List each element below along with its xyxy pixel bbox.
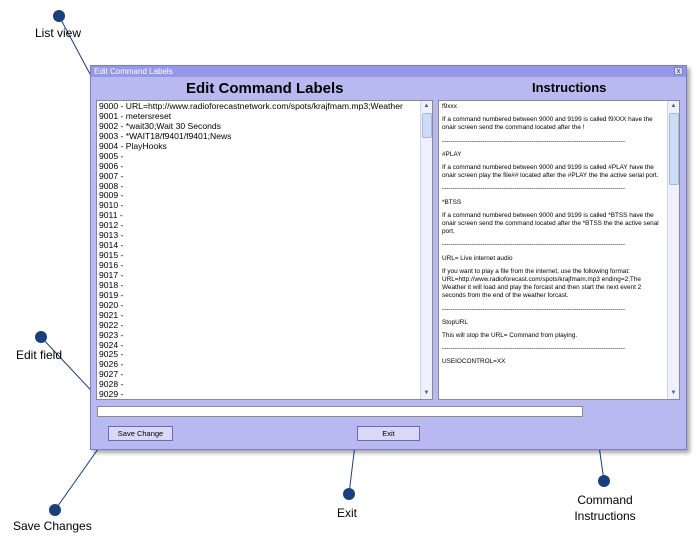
list-item[interactable]: 9007 - bbox=[98, 171, 420, 182]
list-item[interactable]: 9014 - bbox=[98, 240, 420, 251]
list-item[interactable]: 9011 - bbox=[98, 210, 420, 221]
instruction-separator: ----------------------------------------… bbox=[442, 305, 626, 313]
list-scroll-thumb[interactable] bbox=[422, 113, 432, 138]
list-item[interactable]: 9010 - bbox=[98, 200, 420, 211]
list-item[interactable]: 9008 - bbox=[98, 181, 420, 192]
list-item[interactable]: 9018 - bbox=[98, 280, 420, 291]
callout-label-command-instructions: Command Instructions bbox=[568, 492, 642, 524]
list-item[interactable]: 9005 - bbox=[98, 151, 420, 162]
list-heading: Edit Command Labels bbox=[186, 80, 344, 97]
scroll-down-arrow-icon[interactable]: ▼ bbox=[668, 388, 679, 399]
instruction-paragraph: f9xxx bbox=[442, 103, 457, 110]
list-item[interactable]: 9027 - bbox=[98, 369, 420, 380]
callout-label-exit: Exit bbox=[337, 506, 358, 520]
command-instructions-panel[interactable]: f9xxx If a command numbered between 9000 … bbox=[438, 100, 680, 400]
close-icon[interactable]: x bbox=[674, 67, 683, 75]
instructions-heading: Instructions bbox=[532, 80, 607, 95]
edit-command-labels-window: Edit Command Labels x Edit Command Label… bbox=[90, 65, 687, 450]
callout-label-command-line2: Instructions bbox=[574, 509, 636, 523]
window-title: Edit Command Labels bbox=[94, 67, 173, 76]
instruction-paragraph: If a command numbered between 9000 and 9… bbox=[442, 164, 659, 180]
list-item[interactable]: 9015 - bbox=[98, 250, 420, 261]
callout-dot-icon bbox=[53, 10, 65, 22]
list-item[interactable]: 9012 - bbox=[98, 220, 420, 231]
callout-dot-icon bbox=[49, 504, 61, 516]
command-list-view[interactable]: 9000 - URL=http://www.radioforecastnetwo… bbox=[96, 100, 433, 400]
instruction-paragraph: USEIOCONTROL=XX bbox=[442, 358, 506, 366]
callout-dot-icon bbox=[35, 331, 47, 343]
window-titlebar[interactable]: Edit Command Labels x bbox=[91, 66, 686, 77]
callout-label-command-line1: Command bbox=[577, 493, 633, 507]
list-item[interactable]: 9009 - bbox=[98, 190, 420, 201]
list-item[interactable]: 9023 - bbox=[98, 330, 420, 341]
instruction-paragraph: StopURL bbox=[442, 318, 468, 326]
edit-field[interactable] bbox=[97, 406, 583, 417]
list-item[interactable]: 9016 - bbox=[98, 260, 420, 271]
list-item[interactable]: 9022 - bbox=[98, 320, 420, 331]
list-item[interactable]: 9021 - bbox=[98, 310, 420, 321]
list-item[interactable]: 9020 - bbox=[98, 300, 420, 311]
instruction-paragraph: This will stop the URL= Command from pla… bbox=[442, 332, 578, 340]
instruction-paragraph: If a command numbered between 9000 and 9… bbox=[442, 211, 659, 236]
instruction-separator: ----------------------------------------… bbox=[442, 137, 626, 145]
callout-label-save-changes: Save Changes bbox=[13, 519, 92, 533]
list-item[interactable]: 9024 - bbox=[98, 340, 420, 351]
scroll-up-arrow-icon[interactable]: ▲ bbox=[421, 101, 432, 112]
list-item[interactable]: 9004 - PlayHooks bbox=[98, 141, 420, 152]
save-change-button[interactable]: Save Change bbox=[108, 426, 173, 441]
list-item[interactable]: 9006 - bbox=[98, 161, 420, 172]
instruction-separator: ----------------------------------------… bbox=[442, 185, 626, 193]
instruction-paragraph: URL= Live internet audio bbox=[442, 254, 513, 262]
list-item[interactable]: 9025 - bbox=[98, 349, 420, 360]
callout-label-list-view: List view bbox=[35, 26, 82, 40]
callout-label-edit-field: Edit field bbox=[16, 348, 63, 362]
instruction-paragraph: If you want to play a file from the inte… bbox=[442, 267, 642, 300]
instructions-scrollbar[interactable]: ▲ ▼ bbox=[667, 101, 679, 399]
instruction-separator: ----------------------------------------… bbox=[442, 345, 626, 353]
list-item[interactable]: 9019 - bbox=[98, 290, 420, 301]
instructions-scroll-thumb[interactable] bbox=[669, 113, 679, 185]
scroll-down-arrow-icon[interactable]: ▼ bbox=[421, 388, 432, 399]
scroll-up-arrow-icon[interactable]: ▲ bbox=[668, 101, 679, 112]
instruction-paragraph: If a command numbered between 9000 and 9… bbox=[442, 116, 653, 132]
list-item[interactable]: 9029 - bbox=[98, 389, 420, 398]
list-item[interactable]: 9026 - bbox=[98, 359, 420, 370]
instructions-text: f9xxx If a command numbered between 9000 … bbox=[442, 103, 666, 398]
instruction-paragraph: *BTSS bbox=[442, 198, 462, 206]
instruction-separator: ----------------------------------------… bbox=[442, 241, 626, 249]
command-list-items: 9000 - URL=http://www.radioforecastnetwo… bbox=[98, 102, 420, 398]
callout-dot-icon bbox=[598, 475, 610, 487]
exit-button[interactable]: Exit bbox=[357, 426, 420, 441]
list-item[interactable]: 9017 - bbox=[98, 270, 420, 281]
list-item[interactable]: 9028 - bbox=[98, 379, 420, 390]
list-item[interactable]: 9013 - bbox=[98, 230, 420, 241]
list-scrollbar[interactable]: ▲ ▼ bbox=[420, 101, 432, 399]
instruction-paragraph: #PLAY bbox=[442, 150, 462, 158]
callout-dot-icon bbox=[343, 488, 355, 500]
